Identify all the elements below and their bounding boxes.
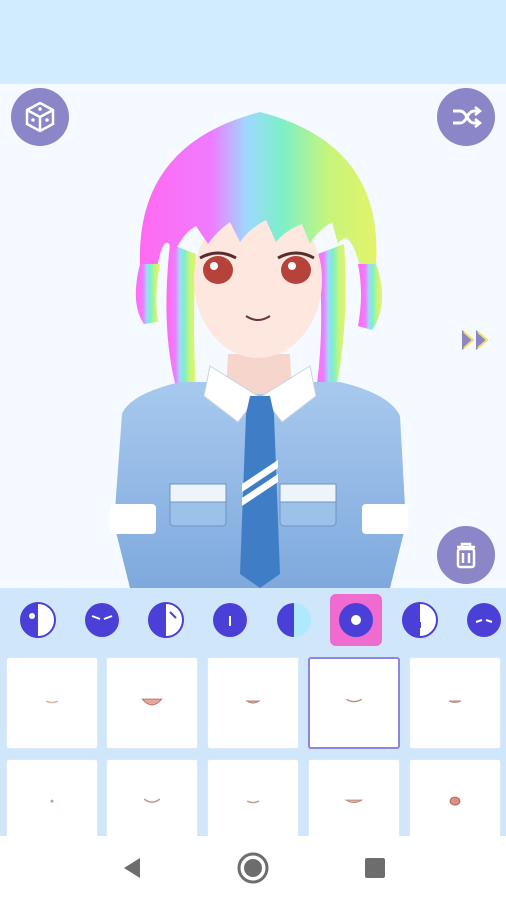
dice-icon xyxy=(25,101,55,133)
mouth-option-6[interactable] xyxy=(6,759,98,836)
back-button[interactable] xyxy=(114,850,150,886)
shuffle-icon xyxy=(453,106,483,128)
eye-style-icon-2 xyxy=(85,603,119,637)
eye-style-icon-6 xyxy=(402,602,438,638)
mouth-option-9[interactable] xyxy=(308,759,400,836)
mouth-category-icon xyxy=(339,603,373,637)
home-circle-icon xyxy=(237,852,269,884)
tab-eye-style-2[interactable] xyxy=(76,594,128,646)
double-chevron-right-icon xyxy=(462,330,489,350)
back-triangle-icon xyxy=(124,858,140,878)
status-bar xyxy=(0,0,506,84)
tab-eye-style-6[interactable] xyxy=(394,594,446,646)
random-dice-button[interactable] xyxy=(11,88,69,146)
delete-button[interactable] xyxy=(437,526,495,584)
eye-style-icon-7 xyxy=(467,603,501,637)
mouth-options-grid xyxy=(0,652,506,836)
eye-style-icon-4 xyxy=(213,603,247,637)
eye-style-icon-5 xyxy=(277,603,311,637)
mouth-option-5[interactable] xyxy=(409,657,501,749)
tab-eye-style-4[interactable] xyxy=(204,594,256,646)
mouth-option-2[interactable] xyxy=(106,657,198,749)
eye-style-icon-1 xyxy=(20,602,56,638)
tab-eye-style-7[interactable] xyxy=(458,594,506,646)
recents-button[interactable] xyxy=(357,850,393,886)
home-button[interactable] xyxy=(235,850,271,886)
recents-square-icon xyxy=(365,858,385,878)
shuffle-button[interactable] xyxy=(437,88,495,146)
tab-eye-style-1[interactable] xyxy=(12,594,64,646)
trash-icon xyxy=(456,542,476,569)
character-preview xyxy=(100,104,420,588)
next-page-button[interactable] xyxy=(458,326,498,354)
mouth-option-7[interactable] xyxy=(106,759,198,836)
tab-mouth[interactable] xyxy=(330,594,382,646)
character-canvas xyxy=(0,84,506,588)
mouth-option-1[interactable] xyxy=(6,657,98,749)
mouth-option-8[interactable] xyxy=(207,759,299,836)
tab-eye-style-3[interactable] xyxy=(140,594,192,646)
eye-style-icon-3 xyxy=(148,602,184,638)
mouth-option-10[interactable] xyxy=(409,759,501,836)
mouth-option-4[interactable] xyxy=(308,657,400,749)
tab-eye-style-5[interactable] xyxy=(268,594,320,646)
category-tab-bar xyxy=(0,588,506,652)
mouth-option-3[interactable] xyxy=(207,657,299,749)
system-nav-bar xyxy=(0,836,506,900)
